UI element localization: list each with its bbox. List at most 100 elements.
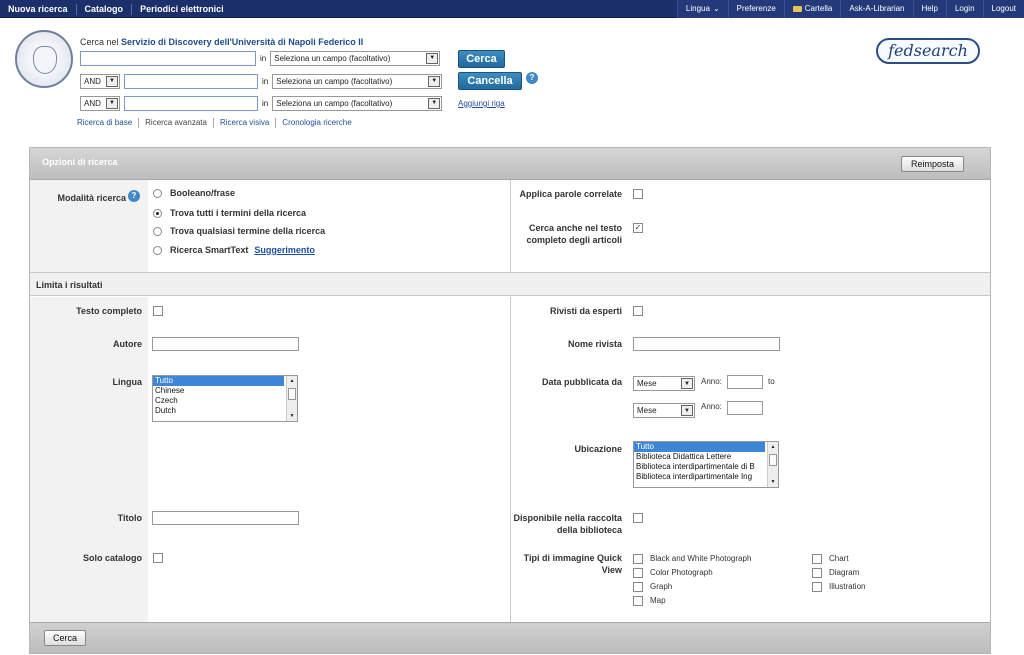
- color-photo-checkbox[interactable]: [633, 568, 643, 578]
- image-type-label: Chart: [829, 554, 849, 563]
- language-listbox[interactable]: Tutto Chinese Czech Dutch ▲ ▼: [152, 375, 298, 422]
- help-link[interactable]: Help: [912, 0, 946, 18]
- available-checkbox[interactable]: [633, 513, 643, 523]
- mode-label: Trova qualsiasi termine della ricerca: [170, 226, 326, 236]
- nav-new-search[interactable]: Nuova ricerca: [0, 3, 77, 15]
- chevron-down-icon: ⌄: [712, 4, 720, 13]
- list-item[interactable]: Tutto: [634, 442, 765, 452]
- scroll-thumb[interactable]: [769, 454, 777, 466]
- graph-checkbox[interactable]: [633, 582, 643, 592]
- chart-checkbox[interactable]: [812, 554, 822, 564]
- field-select-1[interactable]: Seleziona un campo (facoltativo) ▼: [270, 50, 441, 66]
- logout-link[interactable]: Logout: [982, 0, 1024, 18]
- month-from-select[interactable]: Mese ▼: [633, 376, 695, 391]
- list-item[interactable]: Biblioteca interdipartimentale Ing: [634, 472, 778, 482]
- search-input-3[interactable]: [124, 95, 258, 111]
- peer-reviewed-label: Rivisti da esperti: [549, 306, 622, 316]
- search-service-name: Servizio di Discovery dell'Università di…: [121, 37, 364, 47]
- year-to-input[interactable]: [727, 401, 763, 415]
- catalog-only-checkbox[interactable]: [153, 553, 163, 563]
- search-input-1[interactable]: [80, 50, 256, 66]
- illustration-checkbox[interactable]: [812, 582, 822, 592]
- image-types-label: Tipi di immagine Quick View: [523, 553, 622, 575]
- dropdown-arrow-icon: ▼: [681, 405, 693, 416]
- search-mode-links: Ricerca di base Ricerca avanzata Ricerca…: [77, 118, 358, 128]
- search-button[interactable]: Cerca: [458, 50, 505, 68]
- mode-smarttext[interactable]: Ricerca SmartText Suggerimento: [153, 245, 315, 255]
- footer-search-button[interactable]: Cerca: [44, 630, 86, 646]
- author-input[interactable]: [152, 337, 299, 351]
- help-icon[interactable]: ?: [526, 72, 538, 84]
- folder-label: Cartella: [804, 4, 833, 13]
- radio-icon[interactable]: [153, 188, 162, 198]
- basic-search-link[interactable]: Ricerca di base: [77, 118, 140, 128]
- location-listbox[interactable]: Tutto Biblioteca Didattica Lettere Bibli…: [633, 441, 779, 488]
- advanced-search-link[interactable]: Ricerca avanzata: [139, 118, 214, 128]
- limits-title: Limita i risultati: [36, 280, 103, 290]
- scrollbar[interactable]: ▲ ▼: [767, 442, 778, 487]
- related-words-checkbox[interactable]: [633, 189, 643, 199]
- mode-boolean[interactable]: Booleano/frase: [153, 188, 235, 198]
- field-select-value: Seleziona un campo (facoltativo): [274, 53, 391, 63]
- folder-link[interactable]: Cartella: [783, 0, 841, 18]
- search-history-link[interactable]: Cronologia ricerche: [276, 118, 357, 128]
- bool-select-2[interactable]: AND ▼: [80, 95, 120, 111]
- list-item[interactable]: Biblioteca Didattica Lettere: [634, 452, 778, 462]
- visual-search-link[interactable]: Ricerca visiva: [214, 118, 277, 128]
- dropdown-arrow-icon: ▼: [681, 378, 693, 389]
- login-link[interactable]: Login: [945, 0, 983, 18]
- hint-link[interactable]: Suggerimento: [254, 245, 315, 255]
- field-select-3[interactable]: Seleziona un campo (facoltativo) ▼: [272, 95, 443, 111]
- help-icon[interactable]: ?: [128, 190, 140, 202]
- dropdown-arrow-icon: ▼: [428, 75, 441, 87]
- scrollbar[interactable]: ▲ ▼: [286, 376, 297, 421]
- list-item[interactable]: Dutch: [153, 406, 297, 416]
- search-input-2[interactable]: [124, 73, 258, 89]
- radio-icon[interactable]: [153, 226, 162, 236]
- field-select-2[interactable]: Seleziona un campo (facoltativo) ▼: [272, 73, 443, 89]
- related-words-label: Applica parole correlate: [519, 189, 622, 199]
- mode-label: Ricerca SmartText: [170, 245, 249, 255]
- dropdown-arrow-icon: ▼: [426, 52, 439, 64]
- language-menu[interactable]: Lingua ⌄: [676, 0, 728, 18]
- limits-header: Limita i risultati: [30, 272, 990, 296]
- mode-any-term[interactable]: Trova qualsiasi termine della ricerca: [153, 226, 325, 236]
- bw-photo-checkbox[interactable]: [633, 554, 643, 564]
- year-from-input[interactable]: [727, 375, 763, 389]
- list-item[interactable]: Tutto: [153, 376, 284, 386]
- radio-selected-icon[interactable]: [153, 208, 162, 218]
- year-label: Anno:: [701, 377, 722, 386]
- peer-reviewed-checkbox[interactable]: [633, 306, 643, 316]
- list-item[interactable]: Biblioteca interdipartimentale di B: [634, 462, 778, 472]
- title-input[interactable]: [152, 511, 299, 525]
- in-label: in: [262, 98, 269, 108]
- search-mode-label: Modalità ricerca: [57, 193, 126, 203]
- map-checkbox[interactable]: [633, 596, 643, 606]
- month-to-select[interactable]: Mese ▼: [633, 403, 695, 418]
- preferences-link[interactable]: Preferenze: [727, 0, 784, 18]
- clear-button[interactable]: Cancella: [458, 72, 522, 90]
- search-prefix: Cerca nel: [80, 37, 119, 47]
- list-item[interactable]: Chinese: [153, 386, 297, 396]
- nav-ejournals[interactable]: Periodici elettronici: [132, 4, 232, 15]
- fulltext-search-checkbox[interactable]: ✓: [633, 223, 643, 233]
- in-label: in: [260, 53, 267, 63]
- nav-catalog[interactable]: Catalogo: [77, 3, 133, 15]
- full-text-checkbox[interactable]: [153, 306, 163, 316]
- arrow-down-icon[interactable]: ▼: [287, 411, 297, 421]
- add-row-link[interactable]: Aggiungi riga: [458, 99, 505, 108]
- arrow-up-icon[interactable]: ▲: [768, 442, 778, 452]
- list-item[interactable]: Czech: [153, 396, 297, 406]
- arrow-down-icon[interactable]: ▼: [768, 477, 778, 487]
- fedsearch-logo: fedsearch: [876, 38, 980, 64]
- ask-librarian-link[interactable]: Ask-A-Librarian: [840, 0, 912, 18]
- reset-button[interactable]: Reimposta: [901, 156, 964, 172]
- arrow-up-icon[interactable]: ▲: [287, 376, 297, 386]
- journal-name-input[interactable]: [633, 337, 780, 351]
- diagram-checkbox[interactable]: [812, 568, 822, 578]
- mode-all-terms[interactable]: Trova tutti i termini della ricerca: [153, 208, 306, 218]
- fulltext-search-label: Cerca anche nel testo completo degli art…: [526, 223, 622, 245]
- scroll-thumb[interactable]: [288, 388, 296, 400]
- radio-icon[interactable]: [153, 245, 162, 255]
- bool-select-1[interactable]: AND ▼: [80, 73, 120, 89]
